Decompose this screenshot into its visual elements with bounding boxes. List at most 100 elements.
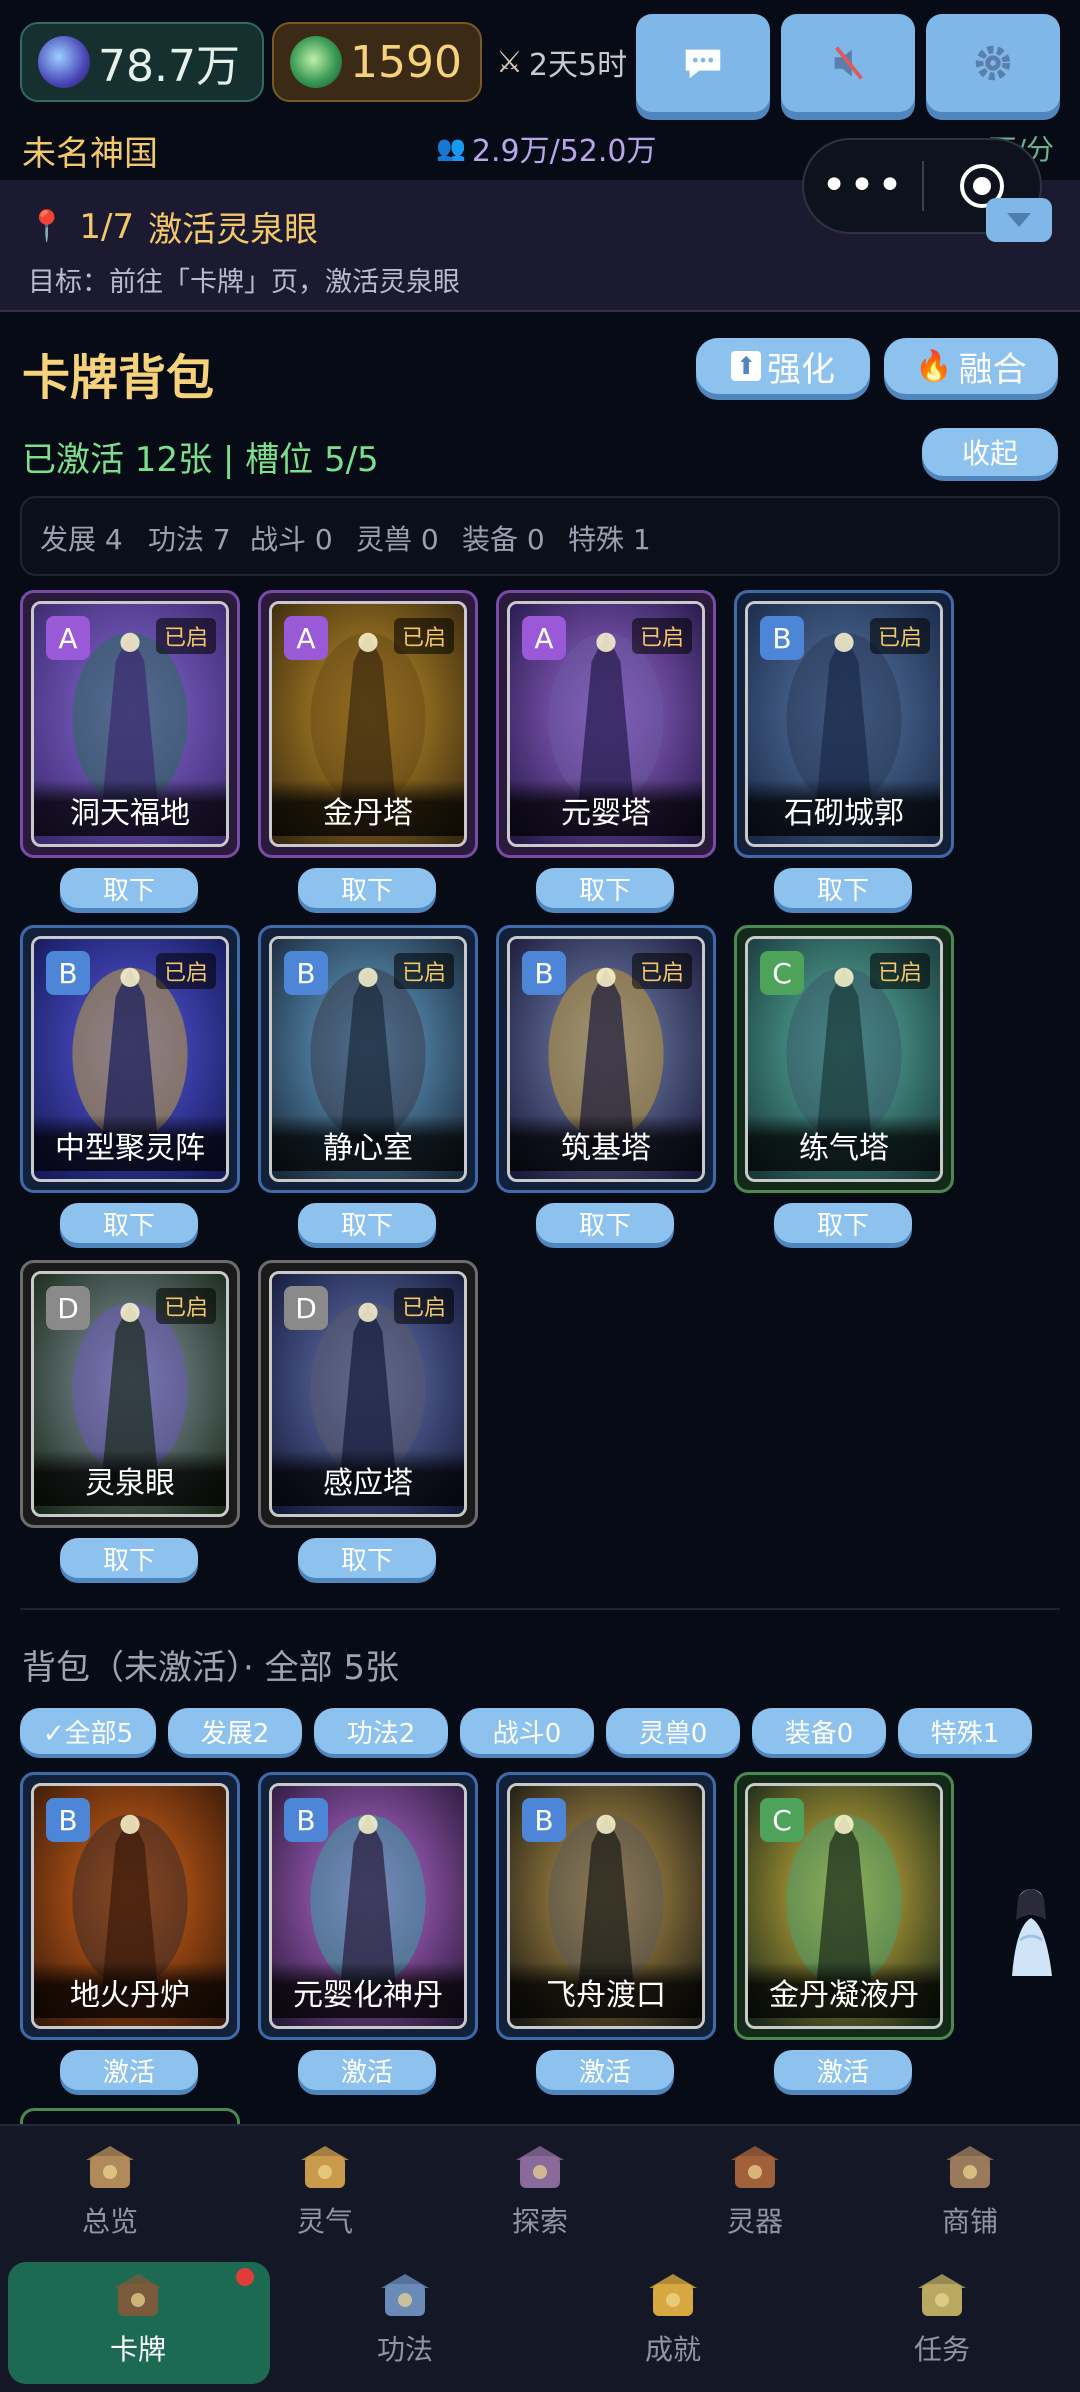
card-frame: B 已启 中型聚灵阵: [31, 936, 229, 1182]
card-frame: B 飞舟渡口: [507, 1783, 705, 2029]
remove-button[interactable]: 取下: [298, 1203, 436, 1243]
card-练气塔[interactable]: C 已启 练气塔: [734, 925, 954, 1193]
nav-label: 任务: [913, 2333, 970, 2366]
remove-button[interactable]: 取下: [60, 868, 198, 908]
card-石砌城郭[interactable]: B 已启 石砌城郭: [734, 590, 954, 858]
essence-counter[interactable]: 78.7万: [20, 22, 264, 102]
nav-label: 成就: [644, 2333, 701, 2366]
activate-button[interactable]: 激活: [60, 2050, 198, 2090]
activate-button[interactable]: 激活: [774, 2050, 912, 2090]
nav-scroll-task[interactable]: 任务: [882, 2270, 1002, 2368]
active-tag: 已启: [869, 618, 930, 654]
chat-bubble-icon: [685, 49, 721, 79]
active-tag: 已启: [631, 953, 692, 989]
quest-title: 📍 1/7 激活灵泉眼: [28, 202, 318, 251]
card-name: 飞舟渡口: [510, 1962, 702, 2018]
card-name: 元婴塔: [510, 780, 702, 836]
card-name: 洞天福地: [34, 780, 226, 836]
remove-button[interactable]: 取下: [298, 868, 436, 908]
card-洞天福地[interactable]: A 已启 洞天福地: [20, 590, 240, 858]
nav-crossed-swords-shield[interactable]: 探索: [480, 2142, 600, 2240]
deck-title: 卡牌背包: [22, 350, 215, 406]
card-frame: C 已启 练气塔: [745, 936, 943, 1182]
card-飞舟渡口[interactable]: B 飞舟渡口: [496, 1772, 716, 2040]
nav-label: 商铺: [941, 2205, 998, 2238]
crossed-swords-icon: ⚔: [496, 44, 523, 80]
count-battle: 战斗 0: [250, 523, 333, 556]
active-tag: 已启: [155, 1288, 216, 1324]
nav-label: 探索: [511, 2205, 568, 2238]
nav-shop[interactable]: 商铺: [910, 2142, 1030, 2240]
quest-goal: 目标：前往「卡牌」页，激活灵泉眼: [28, 267, 460, 298]
card-感应塔[interactable]: D 已启 感应塔: [258, 1260, 478, 1528]
scroll-task-icon: [918, 2274, 966, 2316]
filter-battle[interactable]: 战斗0: [460, 1708, 594, 1754]
grade-badge: A: [46, 616, 90, 660]
filter-all[interactable]: ✓全部5: [20, 1708, 156, 1754]
grade-badge: B: [760, 616, 804, 660]
active-tag: 已启: [869, 953, 930, 989]
nav-label: 灵气: [296, 2205, 353, 2238]
settings-button[interactable]: [926, 14, 1060, 112]
chat-button[interactable]: [636, 14, 770, 112]
active-tag: 已启: [155, 953, 216, 989]
remove-button[interactable]: 取下: [60, 1203, 198, 1243]
collapse-button[interactable]: 收起: [922, 428, 1058, 476]
filter-beast[interactable]: 灵兽0: [606, 1708, 740, 1754]
card-地火丹炉[interactable]: B 地火丹炉: [20, 1772, 240, 2040]
card-静心室[interactable]: B 已启 静心室: [258, 925, 478, 1193]
card-中型聚灵阵[interactable]: B 已启 中型聚灵阵: [20, 925, 240, 1193]
nav-label: 总览: [81, 2205, 138, 2238]
population: 👥 2.9万/52.0万: [436, 126, 657, 170]
filter-technique[interactable]: 功法2: [314, 1708, 448, 1754]
card-筑基塔[interactable]: B 已启 筑基塔: [496, 925, 716, 1193]
count-technique: 功法 7: [148, 523, 231, 556]
nav-golden-trophy[interactable]: 成就: [613, 2270, 733, 2368]
active-tag: 已启: [393, 953, 454, 989]
assistant-avatar[interactable]: [998, 1880, 1064, 1980]
grade-badge: C: [760, 1798, 804, 1842]
grade-badge: B: [284, 1798, 328, 1842]
count-special: 特殊 1: [568, 523, 651, 556]
card-灵泉眼[interactable]: D 已启 灵泉眼: [20, 1260, 240, 1528]
card-金丹塔[interactable]: A 已启 金丹塔: [258, 590, 478, 858]
nav-treasure-chest[interactable]: 灵气: [265, 2142, 385, 2240]
filter-special[interactable]: 特殊1: [898, 1708, 1032, 1754]
grade-badge: D: [284, 1286, 328, 1330]
card-金丹凝液丹[interactable]: C 金丹凝液丹: [734, 1772, 954, 2040]
arrow-up-icon: ⬆: [731, 351, 761, 381]
nav-scroll-orb[interactable]: 功法: [345, 2270, 465, 2368]
grade-badge: B: [46, 951, 90, 995]
nav-palace[interactable]: 总览: [50, 2142, 170, 2240]
mute-button[interactable]: [781, 14, 915, 112]
upgrade-button[interactable]: ⬆ 强化: [696, 338, 870, 394]
fuse-label: 融合: [958, 349, 1027, 390]
nav-label: 灵器: [726, 2205, 783, 2238]
nav-card-deck[interactable]: 卡牌: [78, 2270, 198, 2368]
card-deck-icon: [114, 2274, 162, 2316]
count-equipment: 装备 0: [462, 523, 545, 556]
jade-counter[interactable]: 1590: [272, 22, 482, 102]
nav-gourd-artifact[interactable]: 灵器: [695, 2142, 815, 2240]
activate-button[interactable]: 激活: [298, 2050, 436, 2090]
card-元婴塔[interactable]: A 已启 元婴塔: [496, 590, 716, 858]
category-counts: 发展 4 功法 7 战斗 0 灵兽 0 装备 0 特殊 1: [20, 496, 1060, 576]
remove-button[interactable]: 取下: [774, 1203, 912, 1243]
remove-button[interactable]: 取下: [536, 868, 674, 908]
more-menu-button[interactable]: •••: [804, 164, 922, 208]
grade-badge: A: [522, 616, 566, 660]
remove-button[interactable]: 取下: [774, 868, 912, 908]
activated-summary: 已激活 12张 | 槽位 5/5: [22, 440, 379, 480]
fuse-button[interactable]: 🔥 融合: [884, 338, 1058, 394]
card-name: 感应塔: [272, 1450, 464, 1506]
filter-equipment[interactable]: 装备0: [752, 1708, 886, 1754]
nav-label: 卡牌: [109, 2333, 166, 2366]
card-元婴化神丹[interactable]: B 元婴化神丹: [258, 1772, 478, 2040]
palace-icon: [86, 2146, 134, 2188]
quest-expand-button[interactable]: [986, 198, 1052, 242]
activate-button[interactable]: 激活: [536, 2050, 674, 2090]
remove-button[interactable]: 取下: [60, 1538, 198, 1578]
filter-development[interactable]: 发展2: [168, 1708, 302, 1754]
remove-button[interactable]: 取下: [536, 1203, 674, 1243]
remove-button[interactable]: 取下: [298, 1538, 436, 1578]
